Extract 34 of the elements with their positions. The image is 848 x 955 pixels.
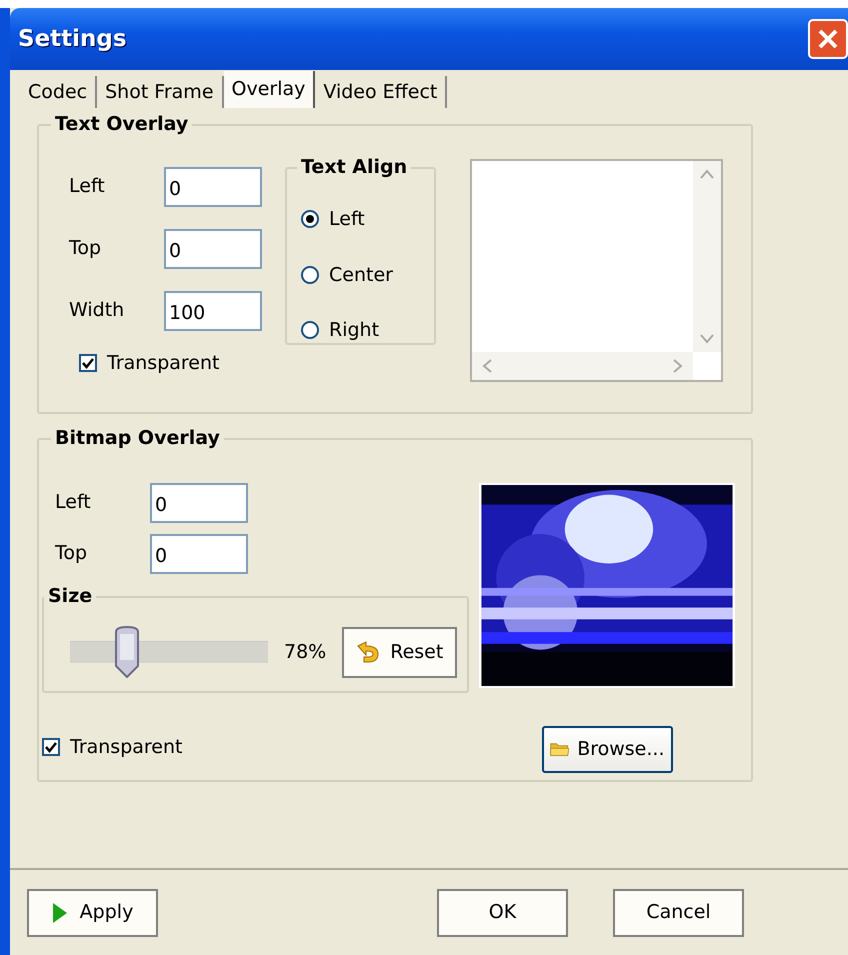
close-button[interactable] — [808, 19, 848, 59]
window-title: Settings — [18, 24, 127, 54]
input-field[interactable]: 100 — [164, 290, 262, 330]
cancel-button[interactable]: Cancel — [613, 888, 744, 936]
apply-button[interactable]: Apply — [27, 888, 158, 936]
field-label: Width — [69, 298, 126, 324]
radio-button[interactable]: Center — [301, 260, 434, 289]
input-field[interactable]: 0 — [164, 166, 262, 206]
field-label: Left — [69, 174, 106, 200]
reset-button[interactable]: Reset — [342, 626, 458, 678]
text-box[interactable] — [470, 158, 723, 382]
transparent-checkbox[interactable]: Transparent — [42, 732, 182, 761]
radio-button[interactable]: Left — [301, 205, 434, 234]
input-field[interactable]: 0 — [150, 534, 248, 574]
browse-button[interactable]: Browse... — [542, 726, 672, 772]
check-icon — [81, 356, 95, 370]
field-label: Top — [69, 236, 102, 262]
horizontal-scrollbar[interactable] — [472, 352, 693, 380]
close-icon — [816, 27, 840, 51]
ok-button[interactable]: OK — [437, 888, 568, 936]
tab[interactable]: Codec — [20, 76, 98, 108]
input-field[interactable]: 0 — [164, 228, 262, 268]
vertical-scrollbar[interactable] — [693, 160, 721, 352]
field-label: Top — [55, 541, 88, 566]
input-field[interactable]: 0 — [150, 482, 248, 522]
transparent-checkbox[interactable]: Transparent — [79, 348, 220, 377]
size-value: 78% — [284, 640, 326, 665]
tab[interactable]: Overlay — [224, 71, 316, 108]
check-icon — [44, 740, 58, 754]
slider-thumb[interactable] — [113, 626, 142, 678]
play-icon — [52, 902, 68, 924]
radio-button[interactable]: Right — [301, 316, 434, 344]
field-label: Left — [55, 490, 92, 516]
tab[interactable]: Video Effect — [315, 76, 448, 108]
